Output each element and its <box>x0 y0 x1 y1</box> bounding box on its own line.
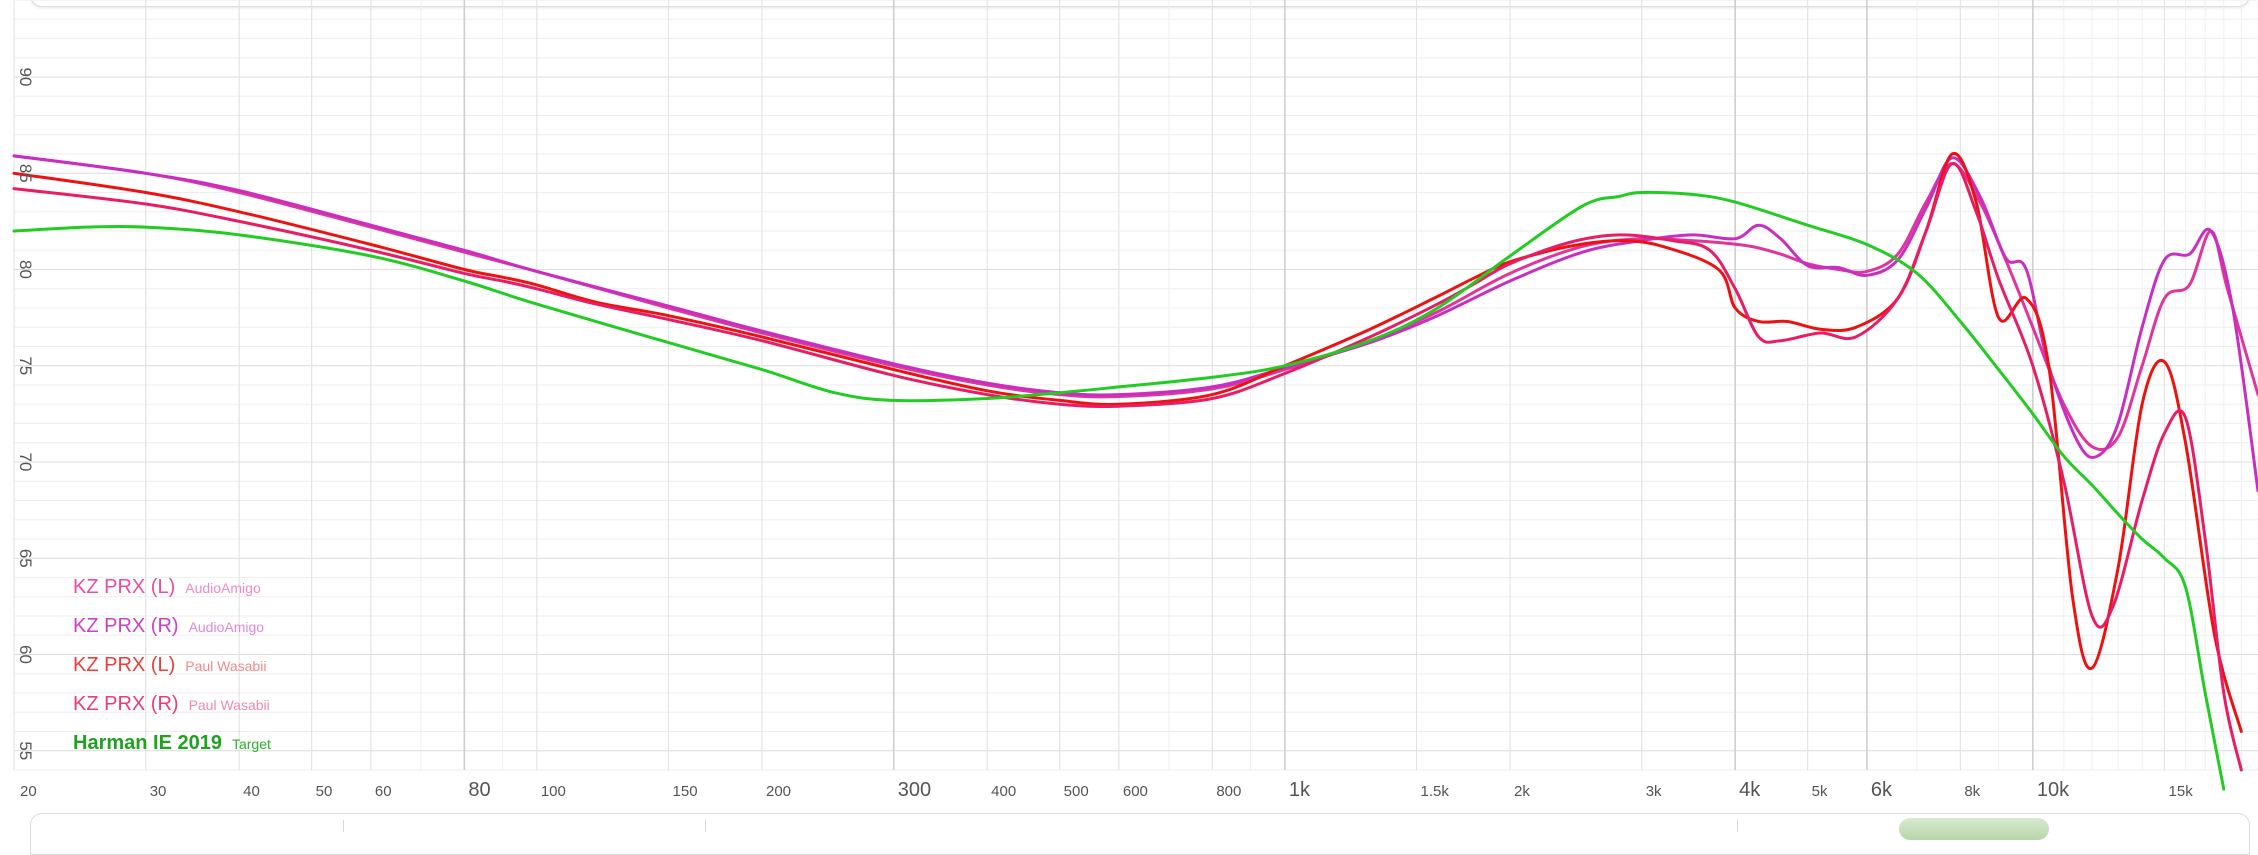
x-tick-label: 30 <box>150 783 167 800</box>
x-tick-label: 8k <box>1964 783 1980 800</box>
x-tick-label: 20 <box>20 783 37 800</box>
bottom-panel-edge <box>30 813 2250 855</box>
legend-source: Paul Wasabii <box>188 697 270 713</box>
x-tick-label: 80 <box>468 779 490 801</box>
legend-item[interactable]: Harman IE 2019 Target <box>73 732 271 758</box>
y-tick-label: 65 <box>16 549 35 568</box>
x-tick-label: 300 <box>898 779 931 801</box>
x-axis-tick-labels: 20 30 40 50 60 80 100 150 200 300 400 500 600 800 1k 1.… <box>20 779 2193 801</box>
panel-divider <box>705 820 706 832</box>
y-tick-label: 70 <box>16 453 35 472</box>
x-tick-label: 40 <box>243 783 260 800</box>
x-tick-label: 1.5k <box>1421 783 1450 800</box>
x-tick-label: 3k <box>1646 783 1662 800</box>
legend-item[interactable]: KZ PRX (L) AudioAmigo <box>73 576 261 602</box>
panel-divider <box>1737 820 1738 832</box>
y-tick-label: 90 <box>16 68 35 87</box>
series-layer <box>12 151 2258 791</box>
x-tick-label: 200 <box>766 783 791 800</box>
legend-name: Harman IE 2019 <box>73 732 222 754</box>
y-tick-label: 85 <box>16 164 35 183</box>
x-tick-label: 5k <box>1812 783 1828 800</box>
y-tick-label: 75 <box>16 356 35 375</box>
y-tick-label: 80 <box>16 260 35 279</box>
x-tick-label: 50 <box>316 783 333 800</box>
x-tick-label: 2k <box>1514 783 1530 800</box>
x-tick-label: 1k <box>1289 779 1311 801</box>
x-tick-label: 100 <box>541 783 566 800</box>
x-tick-label: 4k <box>1739 779 1761 801</box>
x-tick-label: 6k <box>1871 779 1893 801</box>
panel-divider <box>343 820 344 832</box>
legend-name: KZ PRX (R) <box>73 693 179 715</box>
x-tick-label: 150 <box>673 783 698 800</box>
x-tick-label: 15k <box>2169 783 2194 800</box>
x-tick-label: 500 <box>1064 783 1089 800</box>
series-line-3 <box>12 162 2243 772</box>
y-axis-tick-labels: 55 60 65 70 75 80 85 90 <box>16 68 35 761</box>
control-pill-button[interactable] <box>1899 818 2049 840</box>
x-tick-label: 400 <box>991 783 1016 800</box>
legend-item[interactable]: KZ PRX (R) AudioAmigo <box>73 615 264 641</box>
frequency-response-chart: 55 60 65 70 75 80 85 90 20 30 40 50 60 80 100 150 200 30… <box>12 0 2258 801</box>
legend-source: AudioAmigo <box>185 580 261 596</box>
legend-name: KZ PRX (L) <box>73 576 176 598</box>
x-tick-label: 10k <box>2037 779 2070 801</box>
legend-name: KZ PRX (L) <box>73 654 176 676</box>
legend-name: KZ PRX (R) <box>73 615 179 637</box>
legend-item[interactable]: KZ PRX (L) Paul Wasabii <box>73 654 266 680</box>
x-tick-label: 600 <box>1123 783 1148 800</box>
legend-source: Target <box>231 736 271 752</box>
x-tick-label: 60 <box>375 783 392 800</box>
y-tick-label: 60 <box>16 645 35 664</box>
series-line-1 <box>12 154 2258 493</box>
legend-source: Paul Wasabii <box>185 658 267 674</box>
y-tick-label: 55 <box>16 741 35 760</box>
legend-source: AudioAmigo <box>188 619 265 635</box>
legend-item[interactable]: KZ PRX (R) Paul Wasabii <box>73 693 270 719</box>
x-tick-label: 800 <box>1216 783 1241 800</box>
